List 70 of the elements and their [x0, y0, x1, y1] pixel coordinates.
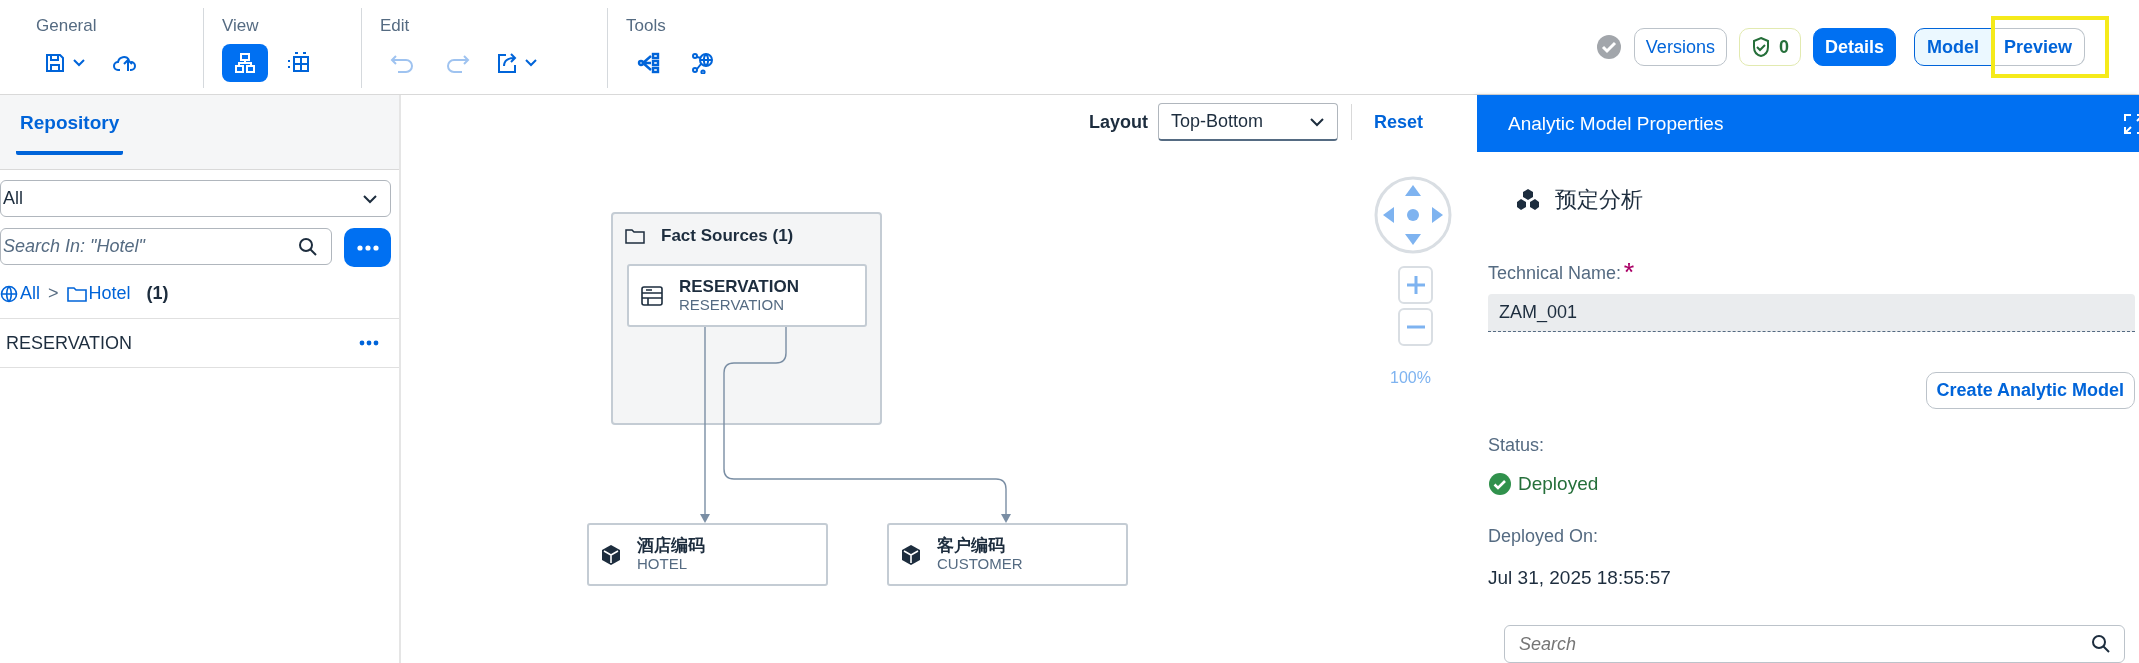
globe-icon	[0, 284, 18, 303]
node-title: 酒店编码	[637, 536, 705, 556]
layout-select[interactable]: Top-Bottom	[1157, 103, 1338, 141]
deployed-on-label: Deployed On:	[1488, 526, 1599, 547]
group-label: General	[36, 16, 98, 36]
cube-icon	[601, 543, 621, 566]
save-icon	[44, 52, 66, 74]
filter-select[interactable]: All	[0, 180, 391, 217]
search-icon[interactable]	[298, 237, 318, 257]
breadcrumb-link[interactable]: All	[0, 283, 40, 304]
more-icon	[356, 244, 379, 251]
cube-icon	[901, 543, 921, 566]
more-button[interactable]	[344, 228, 391, 267]
status-label: Status:	[1488, 435, 1545, 456]
chevron-down-icon	[524, 58, 538, 68]
export-icon	[496, 52, 518, 74]
versions-button[interactable]: Versions	[1633, 28, 1727, 66]
technical-name-field[interactable]: ZAM_001	[1488, 294, 2135, 332]
panel-title: Analytic Model Properties	[1508, 112, 1724, 135]
group-label: Edit	[380, 16, 411, 36]
folder-icon	[66, 285, 87, 302]
grid-icon	[287, 52, 311, 74]
chevron-down-icon	[72, 58, 86, 68]
breadcrumb-separator: >	[48, 283, 59, 304]
minus-icon	[1404, 325, 1427, 329]
lineage-icon	[637, 52, 661, 74]
group-label: View	[222, 16, 260, 36]
item-label: RESERVATION	[6, 332, 133, 354]
details-button[interactable]: Details	[1812, 28, 1896, 66]
check-icon	[1595, 34, 1622, 60]
fact-node[interactable]: RESERVATION RESERVATION	[627, 264, 867, 327]
item-count: (1)	[146, 283, 169, 304]
model-name: 预定分析	[1555, 186, 1643, 214]
folder-icon	[625, 228, 645, 244]
reset-link[interactable]: Reset	[1373, 111, 1423, 133]
cloud-upload-icon	[112, 53, 138, 73]
dimension-node[interactable]: 客户编码 CUSTOMER	[887, 523, 1128, 586]
plus-icon	[1404, 274, 1427, 296]
undo-icon	[390, 53, 416, 73]
node-title: RESERVATION	[679, 277, 799, 297]
group-title: Fact Sources (1)	[661, 226, 794, 246]
search-icon[interactable]	[2091, 634, 2111, 654]
node-subtitle: HOTEL	[637, 555, 688, 573]
group-label: Tools	[626, 16, 667, 36]
create-analytic-model-button[interactable]: Create Analytic Model	[1925, 372, 2135, 409]
dimension-node[interactable]: 酒店编码 HOTEL	[587, 523, 828, 586]
node-subtitle: CUSTOMER	[937, 555, 1023, 573]
globe-network-icon	[691, 52, 715, 74]
node-subtitle: RESERVATION	[679, 296, 786, 314]
deployed-on-value: Jul 31, 2025 18:55:57	[1488, 567, 1671, 589]
expand-icon[interactable]	[2123, 112, 2139, 135]
validation-button[interactable]: 0	[1738, 28, 1801, 66]
search-field[interactable]: Search	[1504, 625, 2125, 663]
shield-check-icon	[1750, 36, 1771, 58]
status-value: Deployed	[1518, 473, 1599, 495]
mode-tab[interactable]: Model	[1913, 28, 1992, 66]
redo-icon	[444, 53, 470, 73]
layout-label: Layout	[1088, 111, 1148, 133]
zoom-level: 100%	[1390, 369, 1431, 387]
chevron-down-icon	[362, 193, 378, 204]
hierarchy-icon	[234, 52, 256, 74]
field-label: Technical Name:	[1488, 263, 1622, 284]
chevron-down-icon	[1308, 116, 1325, 127]
more-icon[interactable]	[359, 340, 379, 346]
cubes-icon	[1517, 188, 1539, 212]
search-field[interactable]: Search In: "Hotel"	[0, 228, 332, 265]
diagram-view-button[interactable]	[222, 44, 268, 82]
table-icon	[641, 285, 663, 306]
breadcrumb-link[interactable]: Hotel	[66, 283, 131, 304]
node-title: 客户编码	[937, 536, 1006, 556]
